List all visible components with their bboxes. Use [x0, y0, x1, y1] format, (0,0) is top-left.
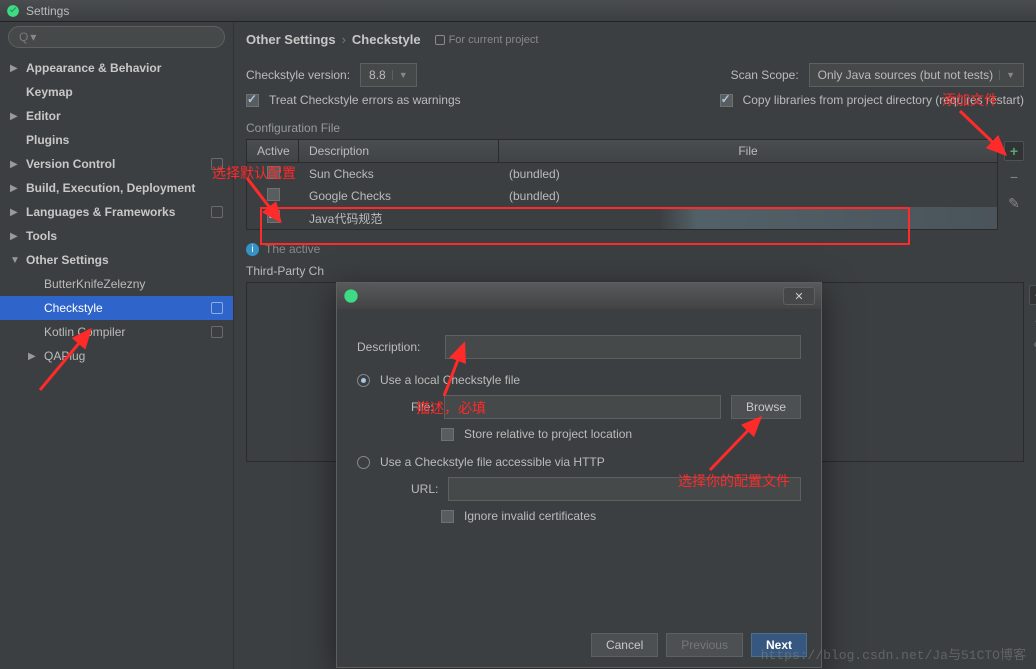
dialog-titlebar[interactable]: ✕ [337, 283, 821, 309]
tree-keymap[interactable]: Keymap [0, 80, 233, 104]
th-desc[interactable]: Description [299, 140, 499, 162]
row-file: (bundled) [499, 189, 570, 203]
tree-lang[interactable]: ▶Languages & Frameworks [0, 200, 233, 224]
table-row[interactable]: Sun Checks (bundled) [247, 163, 997, 185]
file-path-input[interactable] [444, 395, 721, 419]
description-input[interactable] [445, 335, 801, 359]
previous-button[interactable]: Previous [666, 633, 743, 657]
tree-editor[interactable]: ▶Editor [0, 104, 233, 128]
http-file-radio[interactable] [357, 456, 370, 469]
config-table: Active Description File Sun Checks (bund… [246, 139, 998, 230]
dialog-close-button[interactable]: ✕ [783, 287, 815, 305]
move-down-button[interactable]: ↓ [1029, 389, 1036, 409]
tree-qaplug[interactable]: ▶QAPlug [0, 344, 233, 368]
version-select[interactable]: 8.8▼ [360, 63, 417, 87]
row-active-checkbox[interactable] [267, 210, 280, 223]
file-label: File: [411, 400, 434, 414]
edit-thirdparty-button[interactable]: ✎ [1029, 337, 1036, 357]
breadcrumb: Other Settings › Checkstyle For current … [246, 22, 1024, 57]
row-desc: Sun Checks [299, 167, 499, 181]
browse-button[interactable]: Browse [731, 395, 801, 419]
row-active-checkbox[interactable] [267, 188, 280, 201]
copy-libs-checkbox[interactable] [720, 94, 733, 107]
tree-tools[interactable]: ▶Tools [0, 224, 233, 248]
row-active-checkbox[interactable] [267, 166, 280, 179]
project-scope-icon [211, 158, 223, 170]
table-row[interactable]: Java代码规范 [247, 207, 997, 229]
add-thirdparty-button[interactable]: + [1029, 285, 1036, 305]
search-input[interactable]: Q▾ [8, 26, 225, 48]
settings-sidebar: Q▾ ▶Appearance & Behavior Keymap ▶Editor… [0, 22, 234, 669]
ignore-cert-checkbox[interactable] [441, 510, 454, 523]
store-relative-label[interactable]: Store relative to project location [464, 427, 632, 441]
info-icon: i [246, 243, 259, 256]
row-desc: Google Checks [299, 189, 499, 203]
http-file-label[interactable]: Use a Checkstyle file accessible via HTT… [380, 455, 605, 469]
scope-select[interactable]: Only Java sources (but not tests)▼ [809, 63, 1024, 87]
url-input[interactable] [448, 477, 801, 501]
crumb-other[interactable]: Other Settings [246, 32, 336, 47]
tree-vcs[interactable]: ▶Version Control [0, 152, 233, 176]
cancel-button[interactable]: Cancel [591, 633, 658, 657]
treat-warnings-label[interactable]: Treat Checkstyle errors as warnings [269, 93, 461, 107]
watermark: https://blog.csdn.net/Ja与51CTO博客 [761, 644, 1026, 663]
url-label: URL: [411, 482, 438, 496]
table-row[interactable]: Google Checks (bundled) [247, 185, 997, 207]
desc-label: Description: [357, 340, 435, 354]
app-logo-icon [6, 4, 20, 18]
dialog-logo-icon [343, 288, 359, 304]
edit-config-button[interactable]: ✎ [1004, 193, 1024, 213]
ignore-cert-label[interactable]: Ignore invalid certificates [464, 509, 596, 523]
remove-config-button[interactable]: − [1004, 167, 1024, 187]
config-file-label: Configuration File [246, 121, 1024, 135]
tree-butterknife[interactable]: ButterKnifeZelezny [0, 272, 233, 296]
info-hint: i The active [246, 242, 1024, 256]
row-desc: Java代码规范 [299, 210, 499, 227]
project-scope-icon [211, 326, 223, 338]
project-scope-icon [211, 206, 223, 218]
local-file-label[interactable]: Use a local Checkstyle file [380, 373, 520, 387]
for-project-badge: For current project [435, 34, 539, 46]
version-label: Checkstyle version: [246, 68, 350, 82]
row-file: (bundled) [499, 167, 570, 181]
scope-label: Scan Scope: [731, 68, 799, 82]
tree-other[interactable]: ▼Other Settings [0, 248, 233, 272]
tree-appearance[interactable]: ▶Appearance & Behavior [0, 56, 233, 80]
settings-tree: ▶Appearance & Behavior Keymap ▶Editor Pl… [0, 52, 233, 368]
add-config-dialog: ✕ Description: Use a local Checkstyle fi… [336, 282, 822, 668]
copy-libs-label[interactable]: Copy libraries from project directory (r… [743, 93, 1024, 107]
crumb-checkstyle: Checkstyle [352, 32, 421, 47]
th-file[interactable]: File [499, 140, 997, 162]
tree-kotlin[interactable]: Kotlin Compiler [0, 320, 233, 344]
tree-build[interactable]: ▶Build, Execution, Deployment [0, 176, 233, 200]
move-up-button[interactable]: ↑ [1029, 363, 1036, 383]
treat-warnings-checkbox[interactable] [246, 94, 259, 107]
store-relative-checkbox[interactable] [441, 428, 454, 441]
window-title: Settings [26, 4, 69, 18]
add-config-button[interactable]: + [1004, 141, 1024, 161]
titlebar: Settings [0, 0, 1036, 22]
remove-thirdparty-button[interactable]: − [1029, 311, 1036, 331]
tree-checkstyle[interactable]: Checkstyle [0, 296, 233, 320]
tree-plugins[interactable]: Plugins [0, 128, 233, 152]
project-scope-icon [211, 302, 223, 314]
local-file-radio[interactable] [357, 374, 370, 387]
th-active[interactable]: Active [247, 140, 299, 162]
thirdparty-label: Third-Party Ch [246, 264, 1024, 278]
